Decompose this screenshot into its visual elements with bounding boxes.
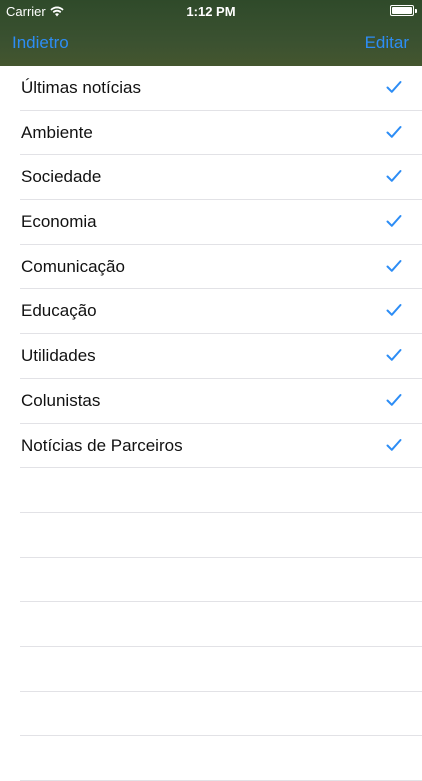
checkmark-icon — [386, 393, 402, 406]
header: Carrier 1:12 PM Indietro Editar — [0, 0, 422, 66]
category-label: Sociedade — [21, 167, 102, 187]
category-label: Notícias de Parceiros — [21, 435, 183, 455]
empty-row — [20, 513, 422, 558]
status-time: 1:12 PM — [186, 4, 236, 19]
checkmark-icon — [386, 81, 402, 93]
category-label: Últimas notícias — [21, 78, 141, 97]
empty-row — [20, 558, 422, 603]
category-label: Comunicação — [21, 256, 125, 276]
navigation-bar: Indietro Editar — [0, 22, 422, 66]
battery-icon — [390, 5, 417, 16]
empty-row — [20, 468, 422, 513]
category-list: Últimas notícias Ambiente Sociedade Economi… — [0, 66, 422, 781]
checkmark-icon — [386, 349, 402, 361]
category-label: Economia — [21, 212, 97, 232]
category-label: Ambiente — [21, 122, 93, 142]
empty-row — [20, 692, 422, 737]
category-row[interactable]: Notícias de Parceiros — [20, 424, 422, 469]
category-row[interactable]: Colunistas — [20, 379, 422, 424]
category-row[interactable]: Sociedade — [20, 155, 422, 201]
category-label: Utilidades — [21, 346, 96, 366]
empty-row — [20, 602, 422, 647]
category-row[interactable]: Economia — [20, 200, 422, 245]
empty-row — [20, 736, 422, 781]
checkmark-icon — [386, 125, 402, 138]
checkmark-icon — [386, 170, 402, 183]
battery-level — [392, 7, 412, 14]
category-row[interactable]: Utilidades — [20, 334, 422, 379]
category-row[interactable]: Comunicação — [20, 245, 422, 290]
category-row[interactable]: Educação — [20, 289, 422, 335]
edit-button[interactable]: Editar — [365, 33, 409, 53]
category-row[interactable]: Ambiente — [20, 111, 422, 156]
checkmark-icon — [386, 438, 402, 451]
checkmark-icon — [386, 304, 402, 317]
checkmark-icon — [386, 215, 402, 227]
category-label: Colunistas — [21, 390, 101, 410]
empty-row — [20, 647, 422, 692]
category-row[interactable]: Últimas notícias — [20, 66, 422, 111]
checkmark-icon — [386, 259, 402, 272]
status-bar: Carrier 1:12 PM — [0, 0, 422, 22]
category-label: Educação — [21, 301, 97, 321]
back-button[interactable]: Indietro — [12, 33, 69, 53]
